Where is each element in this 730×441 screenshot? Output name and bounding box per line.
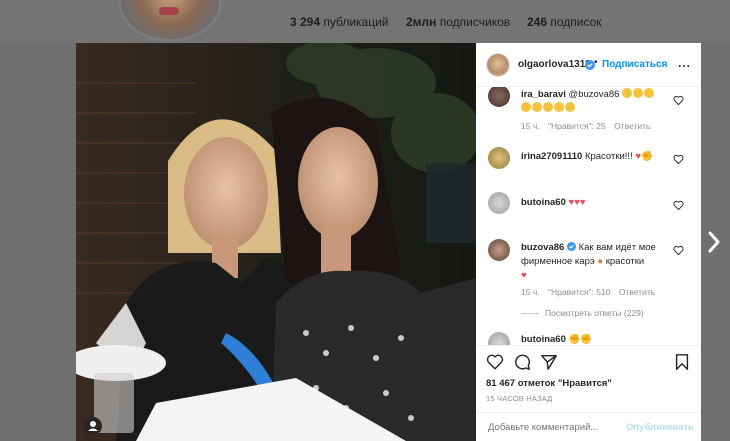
comment-text: buzova86 Как вам идёт мое фирменное карэ… [521,242,656,281]
comment-likes[interactable]: "Нравится": 510 [548,287,610,297]
comment-bubble-icon[interactable] [513,353,531,371]
mention-link[interactable]: @buzova86 [569,89,620,100]
comment-meta: 15 ч. "Нравится": 25 Ответить [521,121,651,131]
commenter-username[interactable]: buzova86 [521,242,564,253]
profile-header: 3 294 публикаций 2млн подписчиков 246 по… [0,0,730,43]
reply-button[interactable]: Ответить [614,121,650,131]
like-heart-icon[interactable] [486,353,504,371]
comments-list[interactable]: ira_baravi @buzova86 15 ч. "Нравится": 2… [476,87,701,345]
commenter-username[interactable]: butoina60 [521,334,566,345]
commenter-username[interactable]: butoina60 [521,197,566,208]
commenter-avatar[interactable] [488,147,510,169]
following-count[interactable]: 246 подписок [527,15,602,29]
like-comment-icon[interactable] [673,200,684,211]
commenter-username[interactable]: ira_baravi [521,89,566,100]
commenter-username[interactable]: irina27091110 [521,151,582,162]
comment-meta: 15 ч. "Нравится": 510 Ответить [521,287,656,297]
comment-input[interactable] [488,422,618,433]
commenter-avatar[interactable] [488,239,510,261]
commenter-avatar[interactable] [488,192,510,214]
post-timestamp[interactable]: 15 ЧАСОВ НАЗАД [486,394,552,403]
next-post-arrow-icon[interactable] [706,230,722,254]
reply-button[interactable]: Ответить [619,287,655,297]
commenter-avatar[interactable] [488,87,510,107]
follow-button[interactable]: Подписаться [602,59,667,70]
comment-likes[interactable]: "Нравится": 25 [548,121,606,131]
like-comment-icon[interactable] [673,154,684,165]
comment-text: butoina60 ♥♥♥ [521,197,586,208]
likes-count[interactable]: 81 467 отметок "Нравится" [486,378,612,389]
photo-illustration [76,43,476,441]
more-options-icon[interactable]: ... [678,56,691,70]
post-sidebar: olgaorlova1311 • Подписаться ... ira_bar… [476,43,701,441]
commenter-avatar[interactable] [488,332,510,345]
post-header: olgaorlova1311 • Подписаться ... [476,43,701,87]
add-comment-bar: Опубликовать [476,412,701,441]
like-comment-icon[interactable] [673,95,684,106]
verified-icon [566,242,576,251]
profile-avatar[interactable] [118,0,222,42]
post-photo[interactable] [76,43,476,441]
author-username[interactable]: olgaorlova1311 [518,59,590,70]
like-comment-icon[interactable] [673,245,684,256]
author-avatar[interactable] [486,53,510,77]
separator-dot: • [594,57,598,68]
comment-text: butoina60 ✊✊ [521,334,593,345]
comment-text: ira_baravi @buzova86 [521,88,671,116]
share-send-icon[interactable] [540,353,558,371]
publish-button[interactable]: Опубликовать [626,422,694,433]
bookmark-save-icon[interactable] [673,353,691,371]
post-actions: 81 467 отметок "Нравится" 15 ЧАСОВ НАЗАД… [476,345,701,441]
tagged-user-icon[interactable] [84,417,102,435]
posts-count: 3 294 публикаций [290,15,389,29]
view-replies-button[interactable]: Посмотреть ответы (229) [521,308,644,318]
comment-text: irina27091110 Красотки!!! ♥✊ [521,151,653,162]
followers-count[interactable]: 2млн подписчиков [406,15,510,29]
